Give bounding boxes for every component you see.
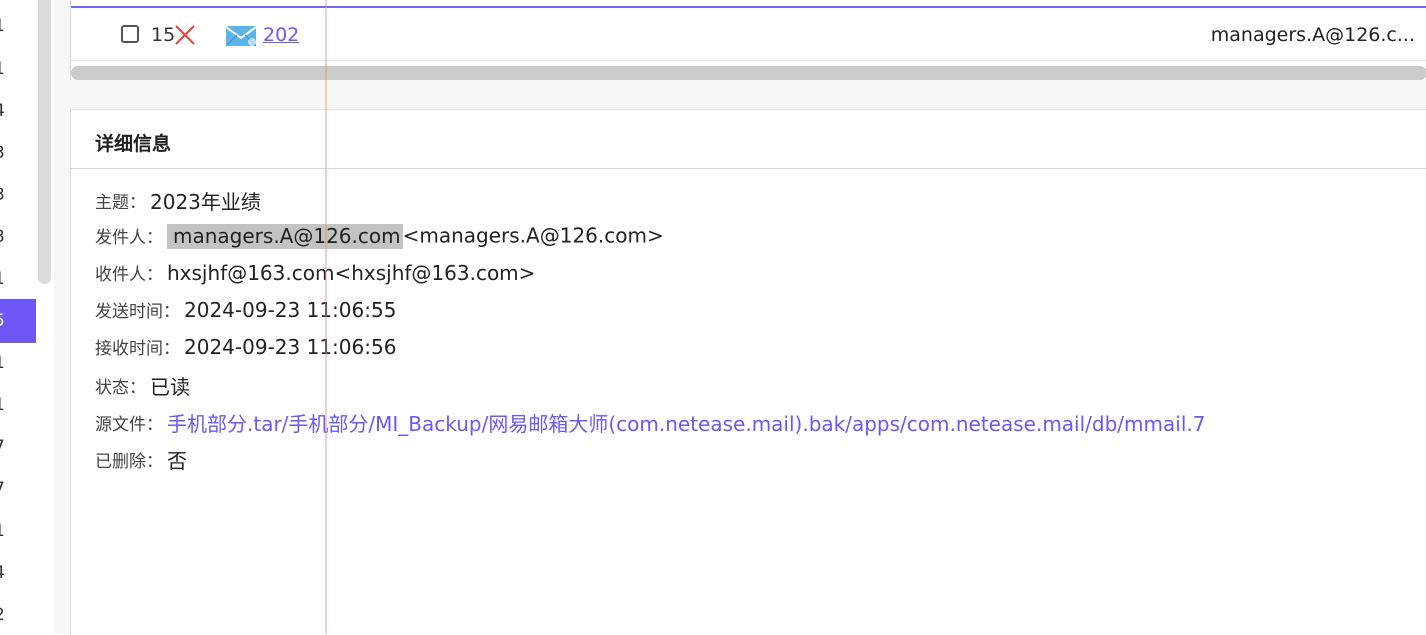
row-number[interactable]: 1 <box>0 59 14 79</box>
divider <box>71 168 1426 169</box>
field-value-selected[interactable]: managers.A@126.com <box>167 223 403 249</box>
field-value: 2024-09-23 11:06:55 <box>184 297 397 322</box>
field-sender: 发件人： managers.A@126.com <managers.A@126.co… <box>95 223 664 251</box>
row-count: 15 <box>151 24 176 46</box>
field-value: <managers.A@126.com> <box>402 223 664 248</box>
row-number-strip: 1 1 4 3 3 3 1 5 1 1 7 7 1 4 2 <box>0 0 36 634</box>
field-recipient: 收件人： hxsjhf@163.com<hxsjhf@163.com> <box>95 260 535 288</box>
field-status: 状态： 已读 <box>95 371 190 399</box>
mail-id-link[interactable]: 202 <box>263 24 299 46</box>
field-deleted: 已删除：否 <box>95 445 187 473</box>
field-source-file: 源文件： 手机部分.tar/手机部分/MI_Backup/网易邮箱大师(com.n… <box>95 408 1205 436</box>
field-label: 主题： <box>95 193 146 213</box>
row-number[interactable]: 7 <box>0 437 14 457</box>
row-number-active[interactable]: 5 <box>0 299 36 343</box>
field-label: 状态： <box>95 378 146 398</box>
field-label: 发件人： <box>95 228 163 248</box>
row-number[interactable]: 1 <box>0 16 14 36</box>
detail-title: 详细信息 <box>95 133 172 155</box>
field-value: 已读 <box>150 375 190 399</box>
row-number[interactable]: 3 <box>0 143 14 163</box>
row-number[interactable]: 1 <box>0 269 14 289</box>
source-file-link[interactable]: 手机部分.tar/手机部分/MI_Backup/网易邮箱大师(com.netea… <box>167 412 1205 436</box>
row-checkbox[interactable] <box>121 25 139 43</box>
field-label: 源文件： <box>95 415 163 435</box>
horizontal-scrollbar[interactable] <box>71 66 1426 80</box>
x-icon <box>175 25 195 45</box>
envelope-icon <box>225 26 257 47</box>
field-label: 发送时间： <box>95 302 180 322</box>
vertical-scrollbar[interactable] <box>38 0 51 284</box>
row-number[interactable]: 4 <box>0 101 14 121</box>
row-number[interactable]: 3 <box>0 185 14 205</box>
field-value: hxsjhf@163.com<hxsjhf@163.com> <box>167 260 536 285</box>
row-number-active-label: 5 <box>0 311 5 331</box>
row-number[interactable]: 4 <box>0 563 14 583</box>
selected-row-indicator <box>71 6 1426 8</box>
vertical-guide-line <box>325 0 327 634</box>
field-value: 2024-09-23 11:06:56 <box>184 334 397 359</box>
row-number[interactable]: 1 <box>0 353 14 373</box>
row-number[interactable]: 2 <box>0 605 14 625</box>
row-number[interactable]: 1 <box>0 395 14 415</box>
field-label: 收件人： <box>95 265 163 285</box>
field-value: 2023年业绩 <box>150 190 261 214</box>
field-sent-time: 发送时间： 2024-09-23 11:06:55 <box>95 297 396 325</box>
detail-panel: 详细信息 主题： 2023年业绩 发件人： managers.A@126.com <m… <box>70 109 1426 635</box>
field-label: 接收时间： <box>95 339 180 359</box>
field-value: 否 <box>167 449 187 473</box>
row-number[interactable]: 3 <box>0 227 14 247</box>
sender-cell: managers.A@126.c... <box>1210 24 1415 46</box>
mail-list-row[interactable]: 15 202 managers.A@126.c... <box>71 10 1426 61</box>
field-received-time: 接收时间： 2024-09-23 11:06:56 <box>95 334 396 362</box>
mail-list-panel: 15 202 managers.A@126.c... <box>70 0 1426 80</box>
field-label: 已删除： <box>95 452 163 472</box>
field-subject: 主题： 2023年业绩 <box>95 186 261 214</box>
row-number[interactable]: 7 <box>0 479 14 499</box>
row-number[interactable]: 1 <box>0 521 14 541</box>
